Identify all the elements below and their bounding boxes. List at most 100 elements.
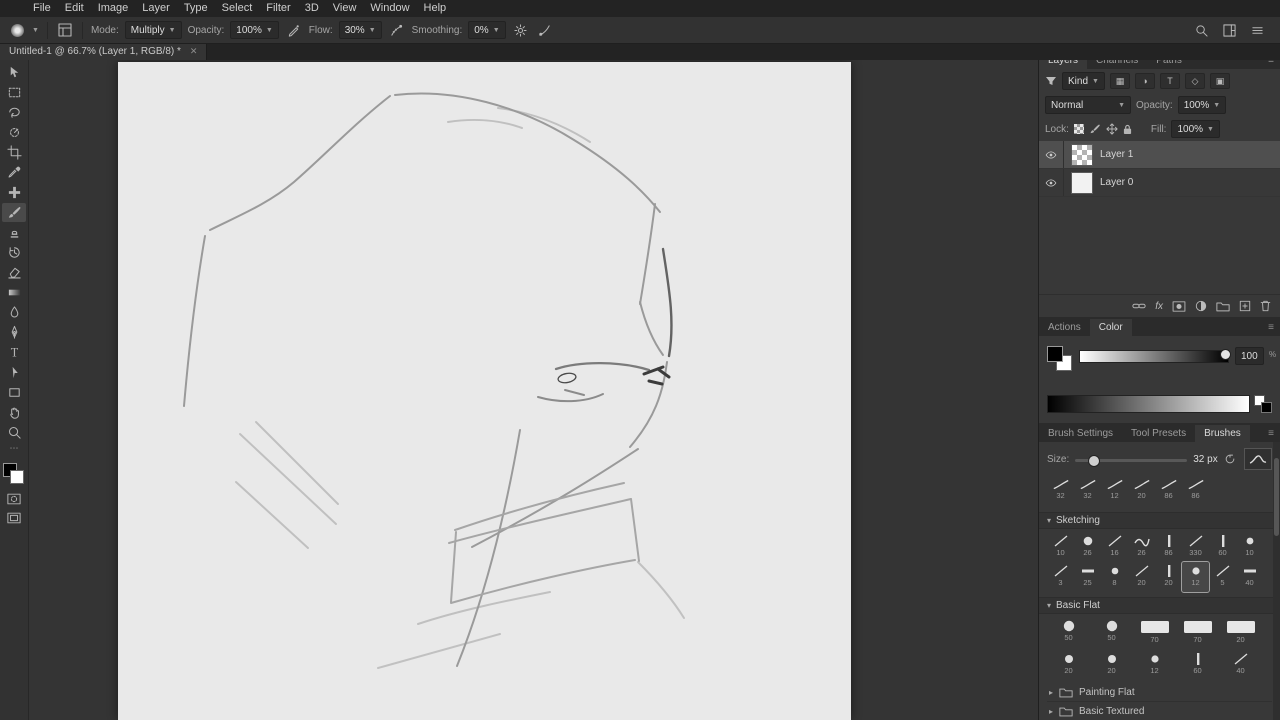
tool-hand[interactable]	[2, 403, 26, 422]
kind-filter-select[interactable]: Kind ▼	[1062, 72, 1105, 90]
mode-select[interactable]: Multiply ▼	[124, 21, 182, 39]
brush-preset[interactable]: 20	[1128, 477, 1155, 507]
brushes-tab-brushes[interactable]: Brushes	[1195, 425, 1250, 442]
brushes-tab-tool-presets[interactable]: Tool Presets	[1122, 425, 1195, 442]
brush-group-header-basic-flat[interactable]: ▾ Basic Flat	[1039, 597, 1280, 614]
background-color[interactable]	[10, 470, 24, 484]
brush-preset[interactable]: 70	[1133, 617, 1176, 650]
brushes-panel-menu-icon[interactable]: ≡	[1268, 425, 1280, 442]
airbrush-icon[interactable]	[388, 21, 406, 39]
pressure-opacity-icon[interactable]	[285, 21, 303, 39]
brush-preset[interactable]: 50	[1090, 617, 1133, 650]
gear-icon[interactable]	[512, 21, 530, 39]
tool-pen[interactable]	[2, 323, 26, 342]
tool-zoom[interactable]	[2, 423, 26, 442]
brush-preset[interactable]: 70	[1176, 617, 1219, 650]
blend-mode-select[interactable]: Normal ▼	[1045, 96, 1131, 114]
tool-quick-selection[interactable]	[2, 123, 26, 142]
delete-layer-icon[interactable]	[1260, 300, 1271, 312]
color-swatches[interactable]	[3, 463, 25, 485]
brush-preset[interactable]: 12	[1133, 650, 1176, 683]
foreground-background-swatches[interactable]	[1047, 346, 1072, 371]
tool-brush[interactable]	[2, 203, 26, 222]
brush-preset[interactable]: 10	[1236, 532, 1263, 562]
ramp-default-swatches[interactable]	[1254, 395, 1272, 413]
brush-preset[interactable]: 20	[1090, 650, 1133, 683]
lock-position-icon[interactable]	[1106, 123, 1118, 135]
size-slider-knob[interactable]	[1088, 454, 1101, 467]
filter-icon[interactable]	[1045, 76, 1057, 86]
flow-select[interactable]: 30% ▼	[338, 21, 382, 39]
brush-preset[interactable]: 12	[1101, 477, 1128, 507]
tool-spot-healing[interactable]	[2, 183, 26, 202]
new-layer-icon[interactable]	[1239, 300, 1251, 312]
brush-preset[interactable]: 32	[1074, 477, 1101, 507]
menu-help[interactable]: Help	[417, 0, 454, 17]
brush-preset[interactable]: 20	[1128, 562, 1155, 592]
brushes-tab-brush-settings[interactable]: Brush Settings	[1039, 425, 1122, 442]
filter-shape-layers-icon[interactable]: ◇	[1184, 73, 1205, 89]
filter-smart-objects-icon[interactable]: ▣	[1209, 73, 1230, 89]
brush-preset[interactable]: 3	[1047, 562, 1074, 592]
black-swatch[interactable]	[1261, 402, 1272, 413]
tool-move[interactable]	[2, 63, 26, 82]
panel-options-icon[interactable]	[1248, 21, 1266, 39]
brush-preset[interactable]: 86	[1155, 477, 1182, 507]
color-tab-color[interactable]: Color	[1089, 319, 1132, 336]
brush-preset[interactable]: 25	[1074, 562, 1101, 592]
new-group-icon[interactable]	[1216, 301, 1230, 312]
k-slider-knob[interactable]	[1220, 349, 1231, 360]
brush-preset[interactable]: 26	[1074, 532, 1101, 562]
brush-preset[interactable]: 8	[1101, 562, 1128, 592]
tool-history-brush[interactable]	[2, 243, 26, 262]
lock-all-icon[interactable]	[1123, 124, 1132, 135]
fill-select[interactable]: 100% ▼	[1171, 120, 1220, 138]
tool-clone-stamp[interactable]	[2, 223, 26, 242]
foreground-color-swatch[interactable]	[1047, 346, 1063, 362]
brush-preset[interactable]: 330	[1182, 532, 1209, 562]
tool-path-selection[interactable]	[2, 363, 26, 382]
chevron-down-icon[interactable]: ▼	[32, 27, 39, 34]
add-mask-icon[interactable]	[1172, 300, 1186, 312]
layer-visibility-eye-icon[interactable]	[1039, 169, 1064, 196]
brush-preset[interactable]: 60	[1209, 532, 1236, 562]
color-tab-actions[interactable]: Actions	[1039, 319, 1090, 336]
smoothing-select[interactable]: 0% ▼	[468, 21, 506, 39]
tool-blur[interactable]	[2, 303, 26, 322]
menu-3d[interactable]: 3D	[298, 0, 326, 17]
tool-eraser[interactable]	[2, 263, 26, 282]
brush-preset[interactable]: 16	[1101, 532, 1128, 562]
layer-row[interactable]: Layer 1	[1039, 141, 1280, 169]
lock-transparency-icon[interactable]	[1073, 124, 1084, 134]
link-layers-icon[interactable]	[1132, 301, 1146, 311]
layer-thumbnail[interactable]	[1071, 143, 1093, 166]
layer-visibility-eye-icon[interactable]	[1039, 141, 1064, 168]
workspace-switcher-icon[interactable]	[1220, 21, 1238, 39]
reset-size-icon[interactable]	[1224, 453, 1236, 465]
document-tab[interactable]: Untitled-1 @ 66.7% (Layer 1, RGB/8) * ✕	[0, 43, 208, 60]
filter-adjustment-layers-icon[interactable]: ◑	[1134, 73, 1155, 89]
menu-filter[interactable]: Filter	[259, 0, 297, 17]
menu-type[interactable]: Type	[177, 0, 215, 17]
layer-opacity-select[interactable]: 100% ▼	[1177, 96, 1227, 114]
scrollbar[interactable]	[1273, 442, 1280, 720]
brush-preset[interactable]: 40	[1219, 650, 1262, 683]
menu-window[interactable]: Window	[363, 0, 416, 17]
tool-lasso[interactable]	[2, 103, 26, 122]
grayscale-ramp[interactable]	[1047, 395, 1250, 413]
menu-layer[interactable]: Layer	[135, 0, 177, 17]
filter-type-layers-icon[interactable]: T	[1159, 73, 1180, 89]
brush-group-header-sketching[interactable]: ▾ Sketching	[1039, 512, 1280, 529]
tool-crop[interactable]	[2, 143, 26, 162]
pressure-size-icon[interactable]	[536, 21, 554, 39]
close-tab-icon[interactable]: ✕	[190, 46, 198, 57]
tool-gradient[interactable]	[2, 283, 26, 302]
brush-preset[interactable]: 86	[1182, 477, 1209, 507]
menu-select[interactable]: Select	[215, 0, 260, 17]
brush-group-basic-textured[interactable]: ▸ Basic Textured	[1047, 702, 1272, 720]
brush-preset[interactable]: 10	[1047, 532, 1074, 562]
quick-mask-icon[interactable]	[7, 493, 21, 505]
brush-preset-picker[interactable]	[8, 21, 26, 39]
layer-row[interactable]: Layer 0	[1039, 169, 1280, 197]
brush-preset[interactable]: 50	[1047, 617, 1090, 650]
